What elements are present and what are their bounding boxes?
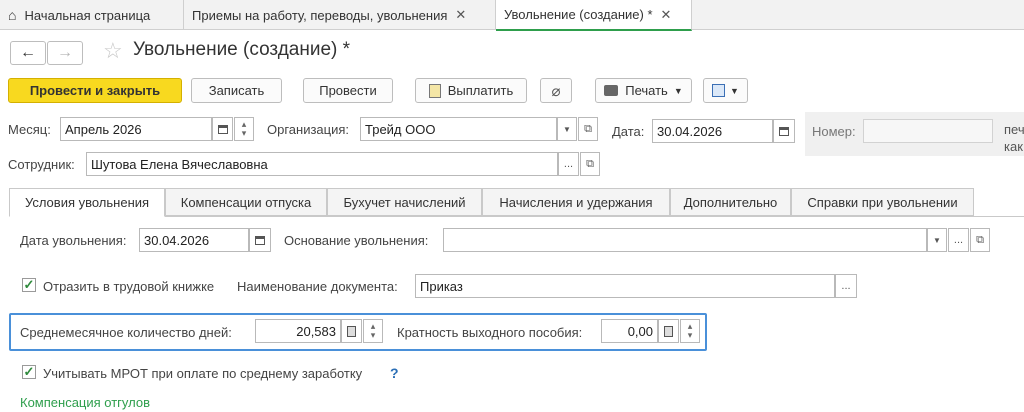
dismissal-reason-label: Основание увольнения: <box>284 233 429 248</box>
organization-field[interactable]: Трейд ООО <box>360 117 557 141</box>
document-name-select-button[interactable]: ... <box>835 274 857 298</box>
chevron-down-icon: ▾ <box>370 330 376 340</box>
ellipsis-icon: ... <box>953 234 964 246</box>
back-button[interactable]: ← <box>10 41 46 65</box>
post-button[interactable]: Провести <box>303 78 393 103</box>
calendar-icon <box>255 235 265 245</box>
number-field[interactable] <box>863 119 993 143</box>
organization-dropdown-button[interactable]: ▼ <box>557 117 577 141</box>
severance-stepper[interactable]: ▴ ▾ <box>680 319 700 343</box>
employee-field[interactable]: Шутова Елена Вячеславовна <box>86 152 558 176</box>
document-name-field[interactable]: Приказ <box>415 274 835 298</box>
reason-open-button[interactable]: ⧉ <box>970 228 990 252</box>
favorite-star-icon[interactable]: ☆ <box>103 38 123 64</box>
reason-select-button[interactable]: ... <box>948 228 969 252</box>
chevron-down-icon: ▼ <box>673 85 683 96</box>
mrot-checkbox[interactable]: ✓ <box>22 365 36 379</box>
month-label: Месяц: <box>8 122 51 137</box>
tab-hiring-transfers[interactable]: Приемы на работу, переводы, увольнения ✕ <box>184 0 496 30</box>
month-field[interactable]: Апрель 2026 <box>60 117 212 141</box>
home-icon: ⌂ <box>8 7 17 23</box>
tab-accrual-accounting[interactable]: Бухучет начислений <box>327 188 482 216</box>
printer-icon <box>604 85 619 96</box>
chevron-down-icon: ▼ <box>730 85 739 96</box>
checkmark-icon: ✓ <box>23 277 35 292</box>
truncated-hint-line-2: как <box>1004 139 1023 154</box>
tab-home-label: Начальная страница <box>24 7 151 23</box>
reason-dropdown-button[interactable]: ▼ <box>927 228 947 252</box>
create-based-on-button[interactable]: ▼ <box>703 78 748 103</box>
window-tab-bar: ⌂ Начальная страница Приемы на работу, п… <box>0 0 1024 31</box>
date-field[interactable]: 30.04.2026 <box>652 119 773 143</box>
average-days-calculator-button[interactable] <box>341 319 362 343</box>
reflect-in-workbook-checkbox[interactable]: ✓ <box>22 278 36 292</box>
print-button[interactable]: Печать ▼ <box>595 78 692 103</box>
calculator-icon <box>347 325 356 337</box>
tab-home[interactable]: ⌂ Начальная страница <box>0 0 184 30</box>
tab-dismissal-certificates[interactable]: Справки при увольнении <box>791 188 974 216</box>
date-calendar-button[interactable] <box>773 119 795 143</box>
organization-label: Организация: <box>267 122 350 137</box>
dismissal-reason-field[interactable] <box>443 228 927 252</box>
average-days-field[interactable]: 20,583 <box>255 319 341 343</box>
number-label: Номер: <box>812 124 856 139</box>
chevron-down-icon: ▼ <box>933 235 941 245</box>
severance-multiplier-label: Кратность выходного пособия: <box>397 325 583 340</box>
date-label: Дата: <box>612 124 645 139</box>
tab-accruals-deductions[interactable]: Начисления и удержания <box>482 188 670 216</box>
severance-multiplier-field[interactable]: 0,00 <box>601 319 658 343</box>
employee-select-button[interactable]: ... <box>558 152 579 176</box>
tab-hiring-label: Приемы на работу, переводы, увольнения <box>192 7 448 23</box>
reflect-in-workbook-label: Отразить в трудовой книжке <box>43 279 215 294</box>
post-and-close-button[interactable]: Провести и закрыть <box>8 78 182 103</box>
chevron-down-icon: ▾ <box>687 330 693 340</box>
document-icon <box>428 83 441 98</box>
open-link-icon: ⧉ <box>976 233 984 246</box>
ellipsis-icon: ... <box>841 280 851 292</box>
employee-label: Сотрудник: <box>8 157 75 172</box>
tab-current-label: Увольнение (создание) * <box>504 7 653 22</box>
ellipsis-icon: ... <box>563 158 574 170</box>
dismissal-date-field[interactable]: 30.04.2026 <box>139 228 249 252</box>
chevron-down-icon: ▼ <box>563 124 571 134</box>
create-document-icon <box>712 84 726 97</box>
mrot-label: Учитывать МРОТ при оплате по среднему за… <box>43 366 363 381</box>
tab-dismissal-create[interactable]: Увольнение (создание) * ✕ <box>496 0 692 31</box>
arrow-left-icon: ← <box>20 44 36 61</box>
forward-button[interactable]: → <box>47 41 83 65</box>
attachments-button[interactable]: ⌀ <box>540 78 572 103</box>
arrow-right-icon: → <box>57 44 73 61</box>
print-button-label: Печать <box>625 83 668 98</box>
calculator-icon <box>664 325 673 337</box>
save-button[interactable]: Записать <box>191 78 282 103</box>
help-icon[interactable]: ? <box>390 365 399 381</box>
open-link-icon: ⧉ <box>584 122 592 135</box>
page-title: Увольнение (создание) * <box>133 39 351 60</box>
severance-calculator-button[interactable] <box>658 319 679 343</box>
tab-additional[interactable]: Дополнительно <box>670 188 791 216</box>
organization-open-button[interactable]: ⧉ <box>578 117 598 141</box>
close-icon[interactable]: ✕ <box>455 7 466 23</box>
document-name-label: Наименование документа: <box>237 279 398 294</box>
calendar-icon <box>217 124 228 134</box>
tab-dismissal-conditions[interactable]: Условия увольнения <box>9 188 165 217</box>
paperclip-icon: ⌀ <box>551 82 561 100</box>
average-days-label: Среднемесячное количество дней: <box>20 325 232 340</box>
pay-button[interactable]: Выплатить <box>415 78 527 103</box>
dismissal-date-label: Дата увольнения: <box>20 233 127 248</box>
chevron-down-icon: ▾ <box>241 128 247 138</box>
truncated-hint-line-1: печ <box>1004 122 1024 137</box>
month-stepper[interactable]: ▴ ▾ <box>234 117 254 141</box>
average-days-stepper[interactable]: ▴ ▾ <box>363 319 383 343</box>
pay-button-label: Выплатить <box>447 83 514 98</box>
calendar-button[interactable] <box>212 117 233 141</box>
tab-vacation-compensation[interactable]: Компенсации отпуска <box>165 188 327 216</box>
compensation-link[interactable]: Компенсация отгулов <box>20 395 150 410</box>
open-link-icon: ⧉ <box>586 157 594 170</box>
calendar-icon <box>779 126 789 136</box>
checkmark-icon: ✓ <box>23 364 35 379</box>
employee-open-button[interactable]: ⧉ <box>580 152 600 176</box>
close-icon[interactable]: ✕ <box>661 7 672 23</box>
dismissal-date-calendar-button[interactable] <box>249 228 271 252</box>
